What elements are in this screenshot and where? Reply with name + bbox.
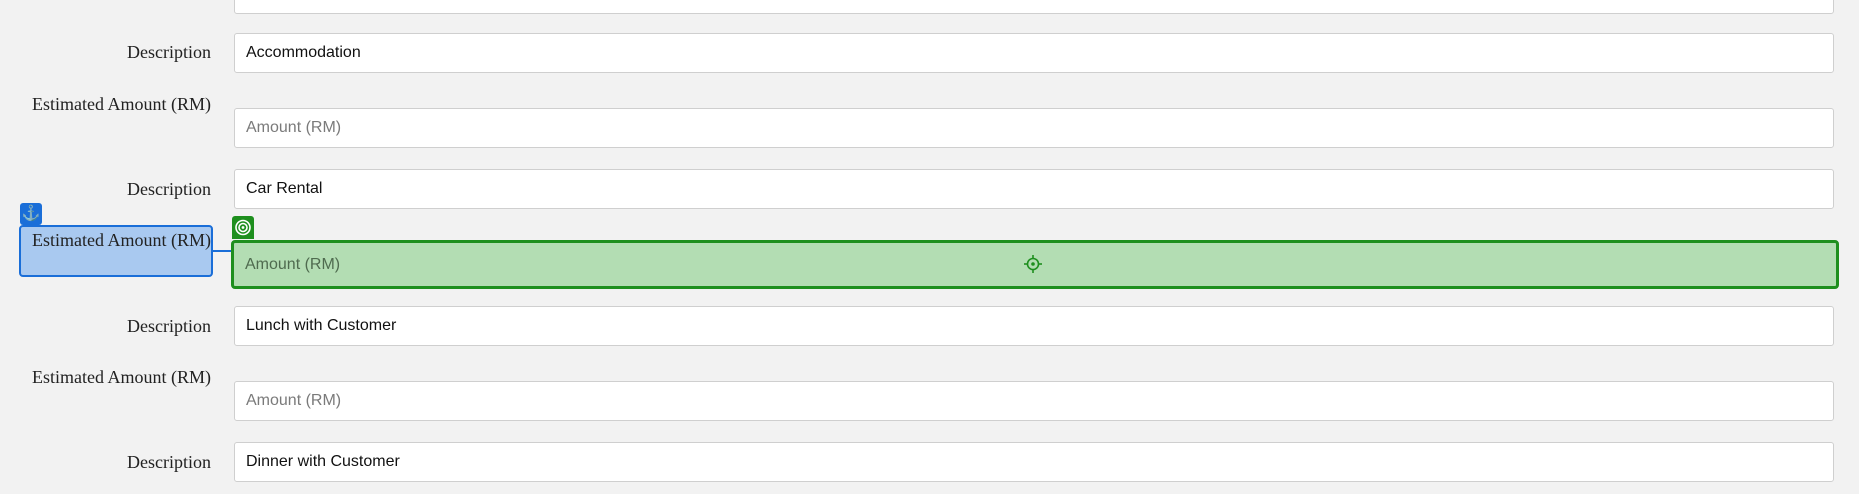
description-input[interactable]: Dinner with Customer xyxy=(234,442,1834,482)
estimated-amount-label: Estimated Amount (RM) xyxy=(32,230,211,250)
description-label: Description xyxy=(127,42,211,62)
description-label: Description xyxy=(127,179,211,199)
anchor-icon: ⚓ xyxy=(20,203,42,225)
target-icon xyxy=(232,216,254,239)
estimated-amount-input[interactable]: Amount (RM) xyxy=(234,108,1834,148)
anchor-connector xyxy=(213,250,233,252)
description-label: Description xyxy=(127,452,211,472)
amount-input-partial[interactable] xyxy=(234,0,1834,14)
estimated-amount-input[interactable]: Amount (RM) xyxy=(234,381,1834,421)
description-label: Description xyxy=(127,316,211,336)
description-input[interactable]: Accommodation xyxy=(234,33,1834,73)
estimated-amount-label: Estimated Amount (RM) xyxy=(32,367,211,387)
description-input[interactable]: Car Rental xyxy=(234,169,1834,209)
description-input[interactable]: Lunch with Customer xyxy=(234,306,1834,346)
crosshair-icon xyxy=(1024,255,1042,273)
estimated-amount-label: Estimated Amount (RM) xyxy=(32,94,211,114)
